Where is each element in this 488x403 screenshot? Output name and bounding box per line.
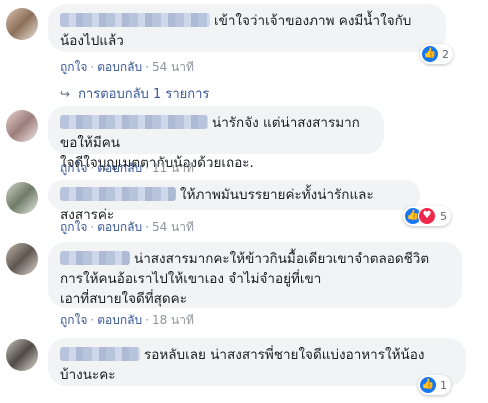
view-replies-link[interactable]: ↪ การตอบกลับ 1 รายการ: [60, 83, 209, 104]
avatar[interactable]: [6, 110, 38, 142]
comment-text-line3: เอาที่สบายใจดีที่สุดคะ: [60, 291, 187, 307]
comment-text-line2: น้องไปแล้ว: [60, 33, 124, 49]
comment-bubble: เข้าใจว่าเจ้าของภาพ คงมีน้ำใจกับ น้องไปแ…: [48, 4, 446, 52]
timestamp[interactable]: 18 นาที: [152, 313, 194, 327]
comment-text-line1: เข้าใจว่าเจ้าของภาพ คงมีน้ำใจกับ: [214, 13, 412, 29]
like-link[interactable]: ถูกใจ: [60, 313, 87, 327]
comment-bubble: น่าสงสารมากคะให้ข้าวกินมื้อเดียวเขาจำตลอ…: [48, 242, 462, 308]
comment-text-line2: บ้างนะคะ: [60, 367, 116, 383]
like-link[interactable]: ถูกใจ: [60, 161, 87, 175]
comment-text-line2: การให้คนอ้อเราไปให้เขาเอง จำไม่จำอยู่ที่…: [60, 271, 322, 287]
reaction-summary[interactable]: 👍 1: [418, 375, 451, 395]
comment-bubble: ให้ภาพมันบรรยายค่ะทั้งน่ารักและสงสารค่ะ: [48, 180, 420, 223]
blurred-author-name[interactable]: [60, 251, 130, 265]
blurred-author-name[interactable]: [60, 187, 176, 201]
like-icon: 👍: [422, 46, 438, 62]
reaction-count: 5: [440, 209, 447, 223]
separator-dot: ·: [145, 60, 149, 74]
reaction-count: 2: [442, 47, 449, 61]
comment-actions: ถูกใจ · ตอบกลับ · 54 นาที: [60, 218, 194, 237]
comment-actions: ถูกใจ · ตอบกลับ · 11 นาที: [60, 159, 194, 178]
like-link[interactable]: ถูกใจ: [60, 60, 87, 74]
comment-text-line1: น่าสงสารมากคะให้ข้าวกินมื้อเดียวเขาจำตลอ…: [134, 251, 430, 267]
love-icon: ♥: [418, 207, 436, 225]
timestamp[interactable]: 54 นาที: [152, 220, 194, 234]
reaction-summary[interactable]: 👍 2: [420, 44, 453, 64]
like-link[interactable]: ถูกใจ: [60, 220, 87, 234]
separator-dot: ·: [90, 313, 95, 327]
comment-actions: ถูกใจ · ตอบกลับ · 54 นาที: [60, 58, 194, 77]
reaction-count: 1: [440, 378, 447, 392]
comment-actions: ถูกใจ · ตอบกลับ · 18 นาที: [60, 311, 194, 330]
reply-link[interactable]: ตอบกลับ: [97, 220, 142, 234]
reply-link[interactable]: ตอบกลับ: [97, 60, 142, 74]
separator-dot: ·: [145, 220, 149, 234]
avatar[interactable]: [6, 339, 38, 371]
blurred-author-name[interactable]: [60, 347, 140, 361]
blurred-author-name[interactable]: [60, 13, 210, 27]
avatar[interactable]: [6, 8, 38, 40]
reply-arrow-icon: ↪: [60, 86, 71, 101]
separator-dot: ·: [145, 313, 149, 327]
replies-label: การตอบกลับ 1 รายการ: [78, 87, 210, 102]
like-icon: 👍: [420, 377, 436, 393]
comment-bubble: รอหลับเลย น่าสงสารพี่ชายใจดีแบ่งอาหารให้…: [48, 338, 466, 386]
separator-dot: ·: [90, 60, 95, 74]
timestamp[interactable]: 11 นาที: [152, 161, 194, 175]
separator-dot: ·: [90, 161, 95, 175]
separator-dot: ·: [90, 220, 95, 234]
comment-text-line1: รอหลับเลย น่าสงสารพี่ชายใจดีแบ่งอาหารให้…: [144, 347, 425, 363]
timestamp[interactable]: 54 นาที: [152, 60, 194, 74]
blurred-author-name[interactable]: [60, 115, 208, 129]
reaction-summary[interactable]: 👍 ♥ 5: [403, 206, 451, 226]
comment-bubble: น่ารักจัง แต่น่าสงสารมากขอให้มีคน ใจดีใจ…: [48, 106, 384, 171]
reply-link[interactable]: ตอบกลับ: [97, 313, 142, 327]
avatar[interactable]: [6, 243, 38, 275]
avatar[interactable]: [6, 182, 38, 214]
reply-link[interactable]: ตอบกลับ: [97, 161, 142, 175]
separator-dot: ·: [145, 161, 149, 175]
